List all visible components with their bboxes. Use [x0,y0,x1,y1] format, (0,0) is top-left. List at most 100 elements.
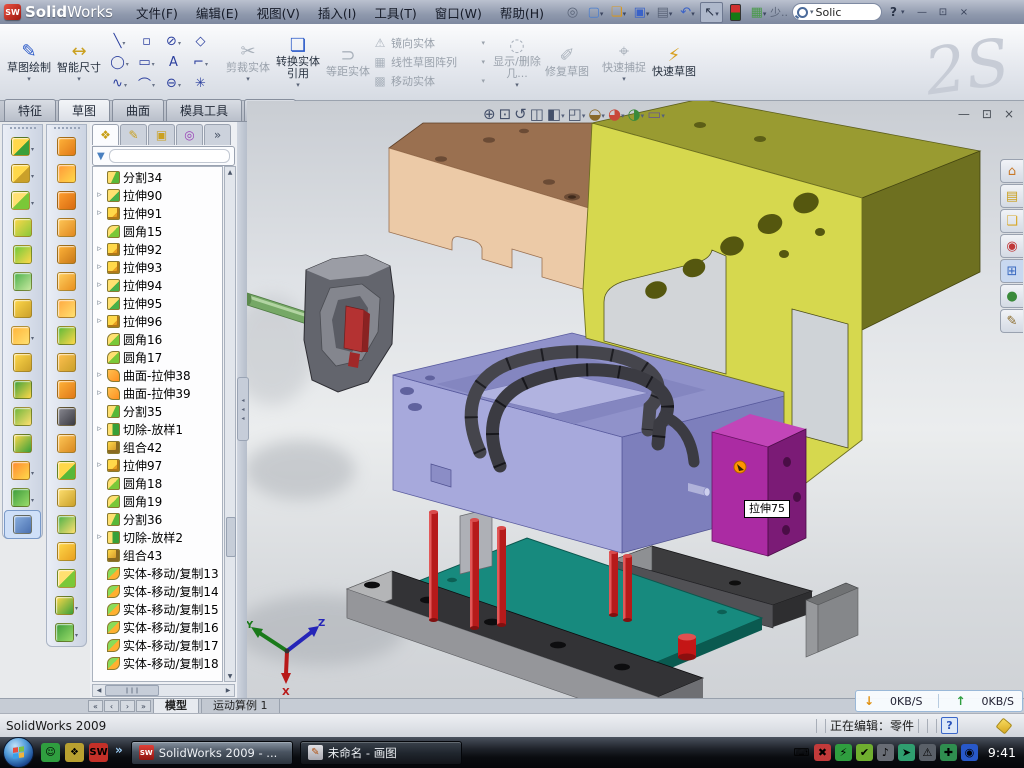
feature-tree-item[interactable]: 实体-移动/复制15 [93,600,222,618]
window-restore-button[interactable]: ⊡ [933,5,952,20]
doc-close-button[interactable]: × [1004,107,1014,121]
feature-tree-item[interactable]: 实体-移动/复制14 [93,582,222,600]
messenger-quicklaunch-icon[interactable]: ☺ [41,743,60,762]
expand-arrow-icon[interactable] [95,370,104,380]
tab-scroll-prev-button[interactable]: ‹ [104,700,119,712]
feature-tree-item[interactable]: 圆角16 [93,330,222,348]
smart-dimension-button[interactable]: ↔ 智能尺寸 ▾ [54,40,104,85]
feature-tree-item[interactable]: 分割35 [93,402,222,420]
panel-splitter[interactable]: ◂◂◂ [237,122,247,698]
expand-arrow-icon[interactable] [95,244,104,254]
expand-arrow-icon[interactable] [95,298,104,308]
expand-arrow-icon[interactable] [95,460,104,470]
feature-tree-item[interactable]: 拉伸94 [93,276,222,294]
feature-tree-item[interactable]: 拉伸90 [93,186,222,204]
mirror-entities-button[interactable]: ⚠镜向实体▾ [373,35,485,51]
expand-arrow-icon[interactable] [95,280,104,290]
feature-tree-item[interactable]: 实体-移动/复制13 [93,564,222,582]
feature-tree-item[interactable]: 实体-移动/复制16 [93,618,222,636]
feature-tree-item[interactable]: 圆角17 [93,348,222,366]
linear-sketch-pattern-button[interactable]: ▦线性草图阵列▾ [373,54,485,70]
expand-arrow-icon[interactable] [95,532,104,542]
feature-tree-item[interactable]: 组合43 [93,546,222,564]
scrollbar-thumb[interactable]: ❙❙❙ [105,685,159,696]
feature-tree-item[interactable]: 分割34 [93,168,222,186]
scroll-down-icon[interactable]: ▼ [225,671,235,681]
tab-scroll-first-button[interactable]: « [88,700,103,712]
tree-vertical-scrollbar[interactable]: ▲ ▼ [224,166,236,682]
tree-horizontal-scrollbar[interactable]: ◀ ❙❙❙ ▶ [92,684,235,697]
guard-tray-icon[interactable]: ⚡ [835,744,852,761]
quick-tips-button[interactable]: ? [941,717,958,734]
tag-icon[interactable] [996,717,1013,734]
doc-tab-model[interactable]: 模型 [153,698,199,713]
feature-tree-item[interactable]: 曲面-拉伸38 [93,366,222,384]
trim-entities-button[interactable]: ✂ 剪裁实体 ▾ [223,40,273,85]
taskbar-window-solidworks[interactable]: SW SolidWorks 2009 - ... [131,741,293,765]
feature-tree-item[interactable]: 曲面-拉伸39 [93,384,222,402]
tab-features[interactable]: 特征 [4,99,56,121]
feature-tree-item[interactable]: 拉伸96 [93,312,222,330]
feature-tree-item[interactable]: 圆角15 [93,222,222,240]
update-tray-icon[interactable]: ✔ [856,744,873,761]
graphics-viewport[interactable]: Y Z X ⊕⊡↺◫◧◰◒◕◑▭ —⊡× ⌂▤❏◉⊞●✎ 拉伸75 [247,101,1024,698]
sketch-caret-icon[interactable]: ▾ [27,75,31,83]
defender-tray-icon[interactable]: ✚ [940,744,957,761]
feature-tree-item[interactable]: 拉伸91 [93,204,222,222]
expand-arrow-icon[interactable] [95,316,104,326]
scroll-left-icon[interactable]: ◀ [93,687,105,694]
tab-scroll-last-button[interactable]: » [136,700,151,712]
download-tray-icon[interactable]: ◉ [961,744,978,761]
sync-tray-icon[interactable]: ➤ [898,744,915,761]
expand-arrow-icon[interactable] [95,262,104,272]
feature-tree-item[interactable]: 拉伸95 [93,294,222,312]
feature-tree-item[interactable]: 组合42 [93,438,222,456]
filter-input[interactable] [109,149,230,163]
feature-tree-item[interactable]: 拉伸92 [93,240,222,258]
sketch-button[interactable]: ✎ 草图绘制 ▾ [4,40,54,85]
rapid-sketch-button[interactable]: ⚡ 快速草图 [649,44,699,80]
feature-tree-item[interactable]: 切除-放样1 [93,420,222,438]
menu-file[interactable]: 文件(F) [127,0,187,25]
toolbar-overflow-label[interactable]: 少.. [770,4,788,20]
feature-tree-item[interactable]: 圆角19 [93,492,222,510]
expand-arrow-icon[interactable] [95,424,104,434]
splitter-handle[interactable]: ◂◂◂ [237,377,249,441]
security-quicklaunch-icon[interactable]: ❖ [65,743,84,762]
search-input[interactable] [814,5,864,20]
repair-sketch-button[interactable]: ✐ 修复草图 [542,44,592,80]
display-delete-relations-button[interactable]: ◌ 显示/删除几... ▾ [492,34,542,91]
expand-arrow-icon[interactable] [95,388,104,398]
help-button[interactable]: ? [886,5,901,19]
feature-tree-item[interactable]: 分割36 [93,510,222,528]
keyboard-tray-icon[interactable]: ⌨ [793,744,810,761]
feature-tree-item[interactable]: 切除-放样2 [93,528,222,546]
tree-filter-bar[interactable]: ▼ [92,146,235,166]
quick-launch-chevron-icon[interactable]: » [115,743,123,757]
antivirus-tray-icon[interactable]: ✖ [814,744,831,761]
start-button[interactable] [3,737,34,768]
menu-edit[interactable]: 编辑(E) [187,0,248,25]
menu-view[interactable]: 视图(V) [248,0,309,25]
help-caret-icon[interactable]: ▾ [901,8,905,16]
volume-tray-icon[interactable]: ♪ [877,744,894,761]
scroll-up-icon[interactable]: ▲ [225,167,235,177]
doc-tab-motion-study[interactable]: 运动算例 1 [201,698,280,713]
feature-tree-item[interactable]: 实体-移动/复制17 [93,636,222,654]
move-entities-button[interactable]: ▩移动实体▾ [373,73,485,89]
taskbar-window-paint[interactable]: ✎ 未命名 - 画图 [300,741,462,765]
expand-arrow-icon[interactable] [95,190,104,200]
search-box[interactable]: ▾ [792,3,882,21]
offset-entities-button[interactable]: ⊃ 等距实体 [323,44,373,80]
scrollbar-thumb[interactable] [226,517,236,557]
quick-snaps-button[interactable]: ⌖ 快速捕捉 ▾ [599,40,649,85]
convert-entities-button[interactable]: ❏ 转换实体引用 ▾ [273,34,323,91]
part-cam-block[interactable] [712,414,806,556]
menu-help[interactable]: 帮助(H) [491,0,553,25]
feature-tree-item[interactable]: 拉伸97 [93,456,222,474]
solidworks-quicklaunch-icon[interactable]: SW [89,743,108,762]
menu-tools[interactable]: 工具(T) [365,0,425,25]
window-minimize-button[interactable]: — [912,5,931,20]
window-close-button[interactable]: × [954,5,973,20]
feature-tree-item[interactable]: 实体-移动/复制18 [93,654,222,672]
